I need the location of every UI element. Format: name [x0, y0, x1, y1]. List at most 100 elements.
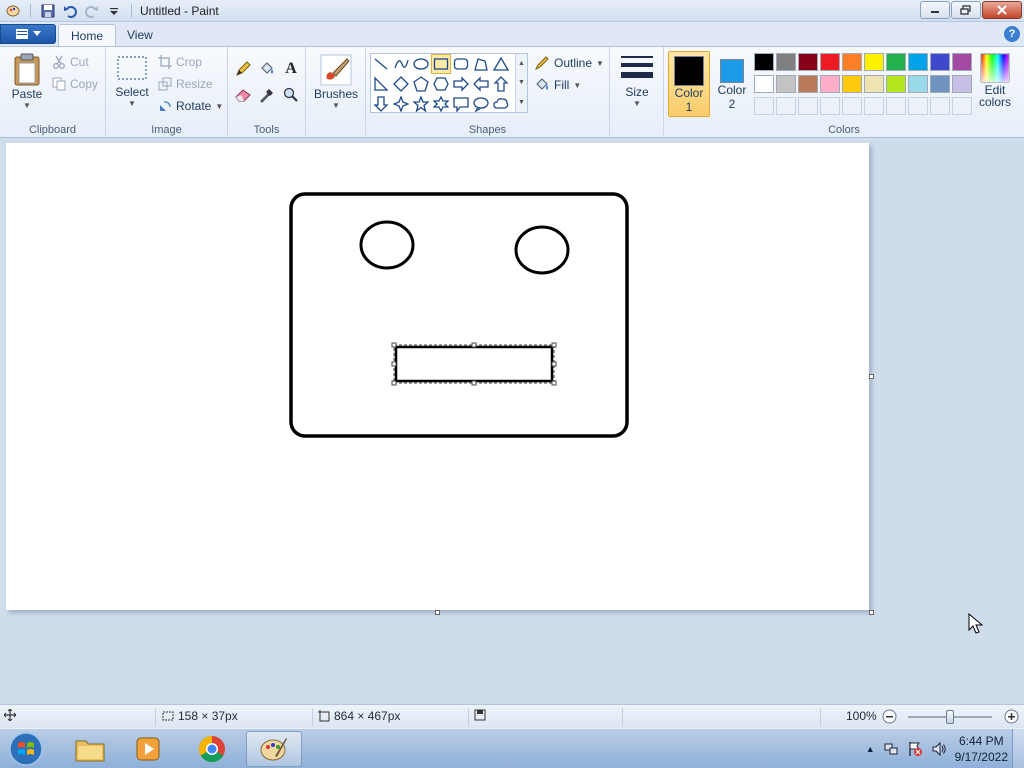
drawing-canvas[interactable]: [6, 143, 869, 610]
palette-color-swatch[interactable]: [776, 53, 796, 71]
magnifier-icon[interactable]: [280, 85, 302, 105]
color-1-button[interactable]: Color 1: [668, 51, 710, 117]
tab-home[interactable]: Home: [58, 24, 117, 46]
rotate-button[interactable]: Rotate ▼: [158, 99, 223, 113]
left-arrow-shape-icon[interactable]: [471, 74, 491, 94]
eraser-icon[interactable]: [232, 85, 254, 105]
selection-handle[interactable]: [471, 342, 477, 348]
line-shape-icon[interactable]: [371, 54, 391, 74]
save-icon[interactable]: [39, 2, 57, 20]
scroll-down-icon[interactable]: ▼: [518, 79, 525, 86]
shapes-scrollbar[interactable]: ▲ ▼ ▼: [515, 54, 527, 112]
volume-icon[interactable]: [931, 741, 947, 757]
palette-color-swatch[interactable]: [886, 53, 906, 71]
start-button[interactable]: [4, 730, 48, 768]
taskbar-paint[interactable]: [246, 731, 302, 767]
palette-color-swatch[interactable]: [930, 75, 950, 93]
taskbar-chrome[interactable]: [184, 731, 240, 767]
selection-handle[interactable]: [391, 342, 397, 348]
palette-custom-slot[interactable]: [908, 97, 928, 115]
up-arrow-shape-icon[interactable]: [491, 74, 511, 94]
network-icon[interactable]: [883, 741, 899, 757]
oval-shape-icon[interactable]: [411, 54, 431, 74]
palette-custom-slot[interactable]: [798, 97, 818, 115]
palette-color-swatch[interactable]: [798, 53, 818, 71]
selection-handle[interactable]: [471, 380, 477, 386]
palette-color-swatch[interactable]: [754, 53, 774, 71]
show-desktop-button[interactable]: [1012, 729, 1024, 768]
palette-color-swatch[interactable]: [908, 53, 928, 71]
diamond-shape-icon[interactable]: [391, 74, 411, 94]
palette-custom-slot[interactable]: [776, 97, 796, 115]
selection-marquee[interactable]: [393, 344, 555, 384]
fill-button[interactable]: Fill ▼: [534, 77, 581, 93]
edit-colors-button[interactable]: Edit colors: [976, 51, 1014, 117]
undo-icon[interactable]: [61, 2, 79, 20]
clock[interactable]: 6:44 PM 9/17/2022: [955, 733, 1008, 765]
selection-handle[interactable]: [551, 380, 557, 386]
selection-handle[interactable]: [551, 361, 557, 367]
restore-button[interactable]: [951, 1, 981, 19]
customize-qat-icon[interactable]: [105, 2, 123, 20]
palette-custom-slot[interactable]: [864, 97, 884, 115]
show-hidden-icons-icon[interactable]: ▲: [866, 744, 875, 754]
four-point-star-shape-icon[interactable]: [391, 94, 411, 114]
palette-color-swatch[interactable]: [842, 53, 862, 71]
palette-color-swatch[interactable]: [842, 75, 862, 93]
palette-color-swatch[interactable]: [886, 75, 906, 93]
palette-custom-slot[interactable]: [930, 97, 950, 115]
rectangle-shape-icon[interactable]: [431, 54, 451, 74]
rounded-rectangle-shape-icon[interactable]: [451, 54, 471, 74]
palette-color-swatch[interactable]: [952, 75, 972, 93]
paint-menu-button[interactable]: [0, 24, 56, 44]
minimize-button[interactable]: [920, 1, 950, 19]
tab-view[interactable]: View: [115, 24, 165, 46]
triangle-shape-icon[interactable]: [491, 54, 511, 74]
color-picker-icon[interactable]: [256, 85, 278, 105]
canvas-resize-handle-corner[interactable]: [869, 610, 874, 615]
resize-button[interactable]: Resize: [158, 77, 213, 91]
palette-custom-slot[interactable]: [754, 97, 774, 115]
canvas-workspace[interactable]: [0, 139, 1024, 704]
selection-handle[interactable]: [391, 380, 397, 386]
brushes-button[interactable]: Brushes ▼: [314, 53, 358, 110]
pencil-icon[interactable]: [232, 59, 254, 79]
right-triangle-shape-icon[interactable]: [371, 74, 391, 94]
polygon-shape-icon[interactable]: [471, 54, 491, 74]
palette-color-swatch[interactable]: [952, 53, 972, 71]
palette-color-swatch[interactable]: [820, 53, 840, 71]
palette-custom-slot[interactable]: [842, 97, 862, 115]
zoom-in-button[interactable]: [1004, 709, 1019, 724]
palette-color-swatch[interactable]: [776, 75, 796, 93]
hexagon-shape-icon[interactable]: [431, 74, 451, 94]
palette-color-swatch[interactable]: [864, 53, 884, 71]
paint-app-icon[interactable]: [4, 2, 22, 20]
six-point-star-shape-icon[interactable]: [431, 94, 451, 114]
color-2-button[interactable]: Color 2: [712, 51, 752, 117]
canvas-resize-handle-bottom[interactable]: [435, 610, 440, 615]
palette-color-swatch[interactable]: [864, 75, 884, 93]
action-center-flag-icon[interactable]: [907, 741, 923, 757]
taskbar-file-explorer[interactable]: [62, 731, 118, 767]
palette-custom-slot[interactable]: [886, 97, 906, 115]
curve-shape-icon[interactable]: [391, 54, 411, 74]
scroll-up-icon[interactable]: ▲: [518, 60, 525, 67]
down-arrow-shape-icon[interactable]: [371, 94, 391, 114]
close-button[interactable]: [982, 1, 1022, 19]
zoom-slider-thumb[interactable]: [946, 710, 954, 724]
expand-gallery-icon[interactable]: ▼: [518, 99, 525, 106]
palette-custom-slot[interactable]: [952, 97, 972, 115]
taskbar-media-player[interactable]: [120, 731, 176, 767]
size-button[interactable]: Size ▼: [618, 53, 656, 108]
five-point-star-shape-icon[interactable]: [411, 94, 431, 114]
outline-button[interactable]: Outline ▼: [534, 55, 604, 71]
pentagon-shape-icon[interactable]: [411, 74, 431, 94]
text-tool-icon[interactable]: A: [280, 59, 302, 79]
palette-color-swatch[interactable]: [908, 75, 928, 93]
fill-bucket-icon[interactable]: [256, 59, 278, 79]
palette-custom-slot[interactable]: [820, 97, 840, 115]
selection-handle[interactable]: [391, 361, 397, 367]
paste-button[interactable]: Paste ▼: [8, 53, 46, 110]
palette-color-swatch[interactable]: [754, 75, 774, 93]
canvas-resize-handle-right[interactable]: [869, 374, 874, 379]
